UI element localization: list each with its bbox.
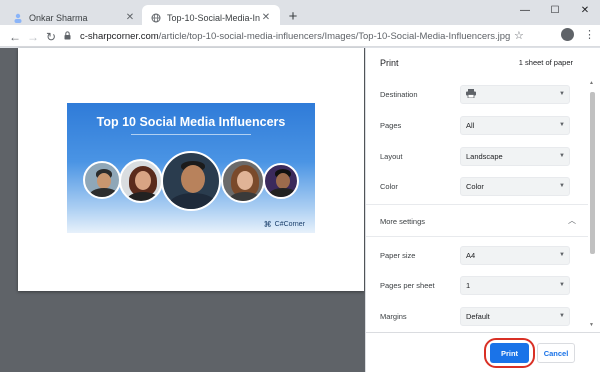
globe-icon: [150, 12, 161, 23]
setting-label: Destination: [380, 90, 418, 99]
tab-title: Onkar Sharma: [29, 12, 88, 23]
new-tab-button[interactable]: +: [286, 8, 300, 25]
reload-icon[interactable]: ↻: [44, 30, 58, 44]
setting-label: Paper size: [380, 251, 416, 260]
destination-select[interactable]: ▼: [460, 85, 570, 104]
chevron-down-icon: ▼: [559, 122, 565, 128]
setting-label: Margins: [380, 312, 407, 321]
close-window-icon[interactable]: ✕: [570, 0, 600, 20]
scroll-up-icon[interactable]: ▲: [589, 80, 594, 86]
setting-margins: Margins Default ▼: [366, 306, 588, 328]
kebab-menu-icon[interactable]: ⋮: [584, 28, 595, 41]
account-avatar-icon[interactable]: [561, 28, 574, 41]
banner-divider: [131, 134, 251, 135]
paper-size-select[interactable]: A4 ▼: [460, 246, 570, 265]
preview-page: Top 10 Social Media Influencers ⌘ C#Corn…: [18, 48, 364, 291]
brand-name: C#Corner: [274, 221, 305, 228]
close-tab-icon[interactable]: ✕: [124, 12, 136, 23]
chevron-down-icon: ▼: [559, 313, 565, 319]
cancel-button[interactable]: Cancel: [537, 343, 575, 363]
print-preview-dialog: Top 10 Social Media Influencers ⌘ C#Corn…: [0, 48, 600, 372]
toolbar: ← → ↻ c-sharpcorner.com/article/top-10-s…: [0, 25, 600, 47]
print-settings-panel: Print 1 sheet of paper Destination ▼ Pag…: [365, 48, 600, 372]
setting-layout: Layout Landscape ▼: [366, 146, 588, 168]
setting-label: Pages: [380, 121, 402, 130]
address-bar[interactable]: c-sharpcorner.com/article/top-10-social-…: [64, 28, 532, 45]
logo-mark-icon: ⌘: [263, 220, 272, 229]
select-value: 1: [466, 281, 471, 290]
setting-label: Pages per sheet: [380, 281, 435, 290]
print-button[interactable]: Print: [490, 343, 529, 363]
divider: [366, 236, 588, 237]
influencers-banner-image: Top 10 Social Media Influencers ⌘ C#Corn…: [67, 103, 315, 233]
setting-label: Color: [380, 182, 398, 191]
print-actions: Print Cancel: [366, 332, 600, 372]
chevron-down-icon: ▼: [559, 282, 565, 288]
close-tab-icon[interactable]: ✕: [260, 12, 272, 23]
print-title: Print: [380, 58, 399, 68]
avatar: [263, 163, 299, 199]
scroll-thumb[interactable]: [590, 92, 595, 254]
setting-paper-size: Paper size A4 ▼: [366, 245, 588, 267]
chevron-up-icon: ︿: [568, 216, 576, 225]
pages-select[interactable]: All ▼: [460, 116, 570, 135]
maximize-icon[interactable]: ☐: [540, 0, 570, 20]
back-arrow-icon[interactable]: ←: [8, 30, 22, 44]
c-sharp-corner-logo: ⌘ C#Corner: [264, 220, 305, 229]
more-settings-toggle[interactable]: More settings ︿: [366, 210, 588, 232]
url-path: /article/top-10-social-media-influencers…: [158, 31, 511, 42]
margins-select[interactable]: Default ▼: [460, 307, 570, 326]
select-value: Default: [466, 312, 490, 321]
avatar: [119, 159, 163, 203]
setting-pages-per-sheet: Pages per sheet 1 ▼: [366, 275, 588, 297]
divider: [366, 204, 588, 205]
chevron-down-icon: ▼: [559, 153, 565, 159]
printer-icon: [466, 89, 476, 100]
scroll-down-icon[interactable]: ▼: [589, 322, 594, 328]
forward-arrow-icon[interactable]: →: [26, 30, 40, 44]
setting-pages: Pages All ▼: [366, 115, 588, 137]
settings-scrollbar[interactable]: ▲ ▼: [588, 78, 597, 332]
bookmark-star-icon[interactable]: ☆: [514, 29, 524, 42]
layout-select[interactable]: Landscape ▼: [460, 147, 570, 166]
setting-destination: Destination ▼: [366, 84, 588, 106]
color-select[interactable]: Color ▼: [460, 177, 570, 196]
chevron-down-icon: ▼: [559, 183, 565, 189]
select-value: A4: [466, 251, 476, 260]
select-value: Color: [466, 182, 484, 191]
lock-icon: [64, 31, 74, 42]
setting-color: Color Color ▼: [366, 176, 588, 198]
url-host: c-sharpcorner.com: [80, 31, 159, 42]
avatar: [83, 161, 121, 199]
preview-area: Top 10 Social Media Influencers ⌘ C#Corn…: [0, 48, 365, 372]
banner-title: Top 10 Social Media Influencers: [96, 115, 286, 129]
tab-title: Top-10-Social-Media-Influencers: [167, 12, 260, 23]
pages-per-sheet-select[interactable]: 1 ▼: [460, 276, 570, 295]
minimize-icon[interactable]: —: [510, 0, 540, 20]
sheet-count: 1 sheet of paper: [518, 58, 573, 67]
print-header: Print 1 sheet of paper: [366, 48, 600, 78]
select-value: All: [466, 121, 475, 130]
chevron-down-icon: ▼: [559, 252, 565, 258]
select-value: Landscape: [466, 152, 503, 161]
setting-label: Layout: [380, 152, 403, 161]
avatar: [161, 151, 221, 211]
chevron-down-icon: ▼: [559, 91, 565, 97]
more-settings-label: More settings: [380, 217, 426, 226]
person-icon: [12, 12, 23, 23]
avatar: [221, 159, 265, 203]
